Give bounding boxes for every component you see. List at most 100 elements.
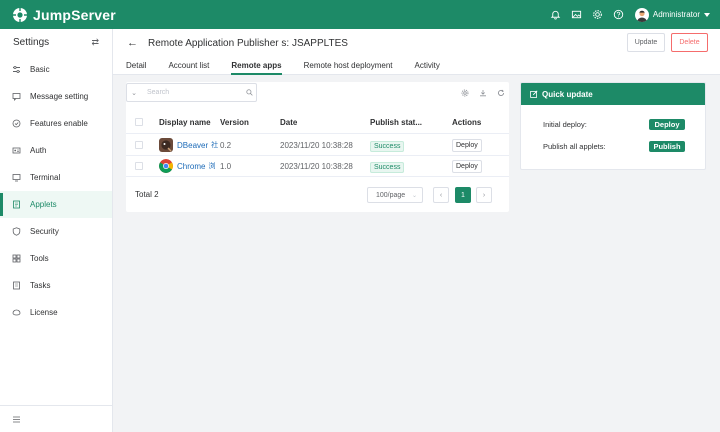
license-icon [12,308,21,317]
page-title: Remote Application Publisher s: JSAPPLTE… [148,37,348,49]
shield-icon [12,227,21,236]
app-date: 2023/11/20 10:38:28 [280,140,353,150]
prev-page-button[interactable]: ‹ [433,187,449,203]
page-size-value: 100/page [376,191,406,199]
app-name-suffix: 浏 [208,163,216,170]
column-date[interactable]: Date [280,118,297,127]
publish-button[interactable]: Publish [649,141,685,152]
column-settings-icon[interactable] [460,88,469,97]
search-input[interactable]: ⌄ Search [126,83,257,102]
avatar[interactable] [634,7,649,22]
sidebar-item-label: Message setting [30,92,89,101]
back-arrow-icon[interactable]: ← [127,37,138,49]
deploy-button[interactable]: Deploy [452,138,482,152]
top-bar: JumpServer Administrator [0,0,720,29]
tools-icon [12,254,21,263]
tab-account-list[interactable]: Account list [168,55,209,75]
dbeaver-icon [159,138,173,152]
quick-deploy-button[interactable]: Deploy [649,119,685,130]
refresh-icon[interactable] [496,88,505,97]
edit-icon [530,90,538,98]
page-header: ← Remote Application Publisher s: JSAPPL… [113,29,720,75]
sidebar-item-security[interactable]: Security [0,218,112,245]
tab-detail[interactable]: Detail [126,55,146,75]
sidebar-header: Settings ⇄ [0,29,112,56]
sidebar-item-label: Tools [30,254,49,263]
chevron-down-icon: ⌄ [411,192,417,199]
quick-update-header: Quick update [521,83,705,105]
applets-icon [12,200,21,209]
app-name-link[interactable]: Chrome [177,162,205,171]
sidebar-item-label: Auth [30,146,47,155]
sidebar-item-label: Basic [30,65,50,74]
image-icon[interactable] [571,9,583,21]
sidebar-item-applets[interactable]: Applets [0,191,112,218]
next-page-button[interactable]: › [476,187,492,203]
chevron-down-icon[interactable]: ⌄ [127,89,141,97]
sidebar-item-terminal[interactable]: Terminal [0,164,112,191]
app-date: 2023/11/20 10:38:28 [280,161,353,171]
column-publish-status[interactable]: Publish stat... [370,118,422,127]
sidebar-item-message-setting[interactable]: Message setting [0,83,112,110]
page-size-select[interactable]: 100/page ⌄ [367,187,423,203]
sidebar-item-label: Applets [30,200,57,209]
chevron-down-icon[interactable] [704,12,710,17]
select-all-checkbox[interactable] [135,118,143,126]
sidebar-item-label: Security [30,227,59,236]
quick-update-panel: Quick update Initial deploy: Deploy Publ… [520,82,706,170]
deploy-button[interactable]: Deploy [452,159,482,173]
download-icon[interactable] [478,88,487,97]
status-badge: Success [370,161,405,173]
gear-icon[interactable] [592,9,604,21]
feature-icon [12,119,21,128]
app-name-link[interactable]: DBeaver [177,141,208,150]
tab-bar: Detail Account list Remote apps Remote h… [126,55,462,75]
table-header: Display name Version Date Publish stat..… [126,111,509,134]
jumpserver-logo-icon [13,7,27,22]
tasks-icon [12,281,21,290]
sidebar-item-license[interactable]: License [0,299,112,326]
row-checkbox[interactable] [135,141,143,149]
tab-activity[interactable]: Activity [415,55,440,75]
sidebar: Settings ⇄ Basic Message setting Feature… [0,29,113,432]
search-placeholder: Search [147,89,170,96]
user-name[interactable]: Administrator [653,10,700,19]
chrome-icon [159,159,173,173]
message-icon [12,92,21,101]
table-row: Chrome 浏 1.0 2023/11/20 10:38:28 Success… [126,156,509,177]
table-row: DBeaver 社 0.2 2023/11/20 10:38:28 Succes… [126,135,509,156]
update-button[interactable]: Update [627,33,665,52]
sidebar-item-features-enable[interactable]: Features enable [0,110,112,137]
search-icon[interactable] [242,89,256,96]
bell-icon[interactable] [550,9,562,21]
sidebar-footer [0,405,112,432]
page-number-current[interactable]: 1 [455,187,471,203]
app-version: 0.2 [220,140,232,150]
tab-remote-apps[interactable]: Remote apps [231,55,282,75]
row-checkbox[interactable] [135,162,143,170]
help-icon[interactable] [613,9,625,21]
publish-all-label: Publish all applets: [543,142,606,151]
collapse-toggle-icon[interactable]: ⇄ [91,37,99,48]
terminal-icon [12,173,21,182]
column-version[interactable]: Version [220,118,249,127]
status-badge: Success [370,140,405,152]
sidebar-title: Settings [13,37,50,48]
sidebar-item-tools[interactable]: Tools [0,245,112,272]
pagination: Total 2 100/page ⌄ ‹ 1 › [126,186,509,204]
app-name-suffix: 社 [211,142,219,149]
sidebar-item-label: Features enable [30,119,88,128]
sidebar-item-label: Tasks [30,281,51,290]
sidebar-item-auth[interactable]: Auth [0,137,112,164]
sidebar-item-basic[interactable]: Basic [0,56,112,83]
tab-remote-host-deployment[interactable]: Remote host deployment [304,55,393,75]
sidebar-item-label: Terminal [30,173,61,182]
collapse-menu-icon[interactable] [12,415,21,424]
quick-update-title: Quick update [542,89,593,99]
brand[interactable]: JumpServer [0,7,116,23]
app-version: 1.0 [220,161,232,171]
sidebar-item-tasks[interactable]: Tasks [0,272,112,299]
total-count: Total 2 [135,190,159,199]
column-display-name[interactable]: Display name [159,118,211,127]
delete-button[interactable]: Delete [671,33,708,52]
